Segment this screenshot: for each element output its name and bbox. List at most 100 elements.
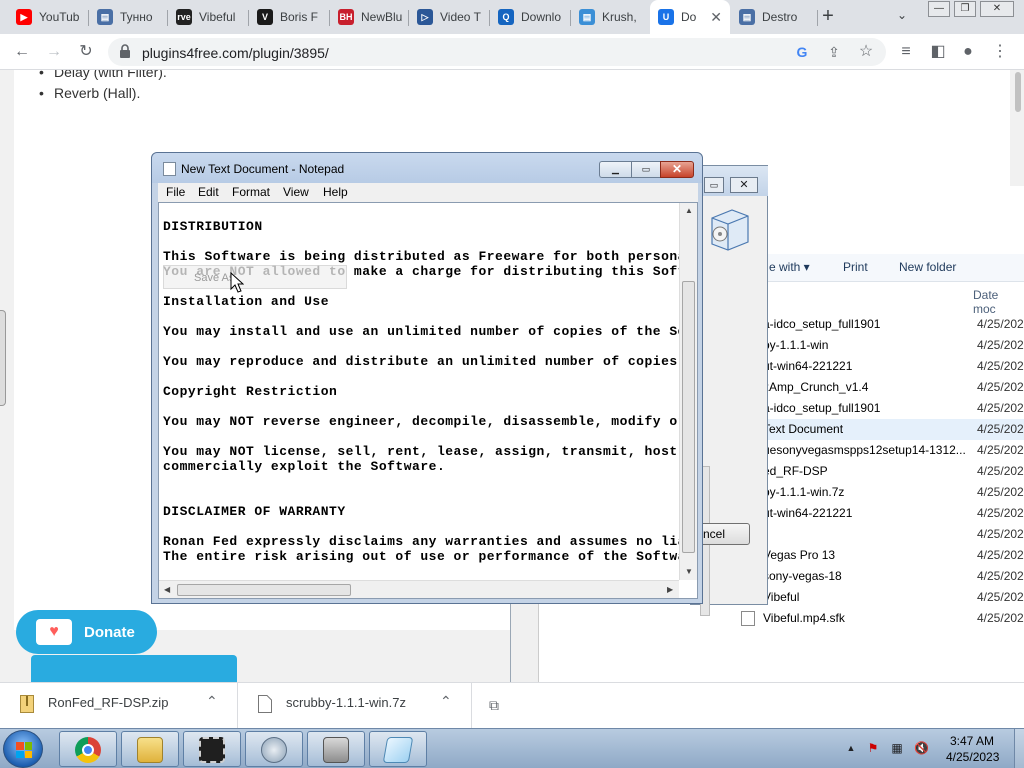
tab[interactable]: ▷ Video T <box>409 0 489 34</box>
text-line[interactable]: Installation and Use <box>163 294 329 309</box>
close-window-button[interactable]: ✕ <box>980 1 1014 17</box>
download-item[interactable]: RonFed_RF-DSP.zip ⌃ <box>0 683 238 729</box>
tab[interactable]: V Boris F <box>249 0 329 34</box>
scroll-left-arrow-icon[interactable]: ◀ <box>164 585 170 594</box>
profile-icon[interactable]: ● <box>958 42 978 62</box>
scroll-up-arrow-icon[interactable]: ▲ <box>685 206 693 215</box>
file-date: 4/25/2023 <box>977 506 1024 520</box>
taskbar-explorer[interactable] <box>121 731 179 767</box>
share-with-button[interactable]: e with ▾ <box>769 260 810 274</box>
new-folder-button[interactable]: New folder <box>899 260 956 274</box>
print-button[interactable]: Print <box>843 260 868 274</box>
tab[interactable]: U Do ✕ <box>650 0 730 34</box>
donate-button[interactable]: ♥ Donate <box>16 610 157 654</box>
tab[interactable]: ▤ Destro <box>731 0 817 34</box>
dialog-minimize-button[interactable]: ▭ <box>704 177 724 193</box>
tab-search-button[interactable]: ⌄ <box>897 8 907 22</box>
tab[interactable]: ▶ YouTub <box>8 0 88 34</box>
installer-box-icon <box>711 209 749 251</box>
tab[interactable]: BH NewBlu <box>330 0 408 34</box>
tab-label: Downlo <box>521 10 562 24</box>
share-icon[interactable]: ⇪ <box>824 42 844 62</box>
text-line[interactable]: The entire risk arising out of use or pe… <box>163 549 694 564</box>
tab-close-icon[interactable]: ✕ <box>710 9 722 26</box>
taskbar-notepad[interactable] <box>369 731 427 767</box>
scroll-down-arrow-icon[interactable]: ▼ <box>685 567 693 576</box>
show-hidden-icons-icon[interactable]: ▲ <box>844 741 858 755</box>
text-line[interactable]: You may NOT license, sell, rent, lease, … <box>163 444 694 459</box>
system-tray: ▲ ⚑ ▦ 🔇 3:47 AM 4/25/2023 <box>838 729 1024 768</box>
notepad-minimize-button[interactable]: ▁ <box>599 161 631 178</box>
download-item[interactable]: scrubby-1.1.1-win.7z ⌃ <box>238 683 472 729</box>
chevron-up-icon[interactable]: ⌃ <box>206 693 218 710</box>
clock-time[interactable]: 3:47 AM <box>950 734 994 748</box>
chevron-up-icon[interactable]: ⌃ <box>440 693 452 710</box>
url-text[interactable]: plugins4free.com/plugin/3895/ <box>142 45 329 61</box>
text-line[interactable]: DISTRIBUTION <box>163 219 263 234</box>
download-filename: scrubby-1.1.1-win.7z <box>286 695 406 710</box>
reload-icon[interactable]: ↻ <box>76 42 96 62</box>
minimize-button[interactable]: — <box>928 1 950 17</box>
menu-view[interactable]: View <box>283 185 309 199</box>
dialog-close-button[interactable]: ✕ <box>730 177 758 193</box>
taskbar-video-editor[interactable] <box>183 731 241 767</box>
vibeful-icon: rve <box>176 9 192 25</box>
downloads-folder-icon[interactable]: ⧉ <box>484 695 504 715</box>
google-lens-icon[interactable]: G <box>792 42 812 62</box>
save-as-tooltip: Save As <box>163 265 347 289</box>
file-name: Vibeful.mp4.sfk <box>763 611 845 625</box>
menu-edit[interactable]: Edit <box>198 185 219 199</box>
back-icon[interactable]: ← <box>12 42 32 62</box>
text-line[interactable]: You may reproduce and distribute an unli… <box>163 354 694 369</box>
tab[interactable]: rve Vibeful <box>168 0 248 34</box>
notepad-maximize-button[interactable]: ▭ <box>631 161 660 178</box>
file-row[interactable]: Vibeful.mp4.sfk 4/25/2023 <box>711 608 1024 629</box>
text-line[interactable]: commercially exploit the Software. <box>163 459 445 474</box>
file-name: zAmp_Crunch_v1.4 <box>763 380 869 394</box>
text-line[interactable]: You may NOT reverse engineer, decompile,… <box>163 414 694 429</box>
media-control-icon[interactable]: ≡ <box>896 42 916 62</box>
side-tab-handle[interactable] <box>0 310 6 406</box>
tab[interactable]: Q Downlo <box>490 0 570 34</box>
lock-icon[interactable] <box>120 44 130 58</box>
cancel-button[interactable]: ncel <box>700 523 750 545</box>
notepad-horizontal-scrollbar[interactable]: ◀ ▶ <box>159 580 679 598</box>
menu-file[interactable]: File <box>166 185 185 199</box>
restore-button[interactable]: ❐ <box>954 1 976 17</box>
bookmark-star-icon[interactable]: ☆ <box>856 42 876 62</box>
notepad-close-button[interactable]: ✕ <box>660 161 694 178</box>
notepad-text-area[interactable]: DISTRIBUTION This Software is being distr… <box>158 202 698 599</box>
new-tab-button[interactable]: + <box>817 5 839 27</box>
show-desktop-button[interactable] <box>1014 729 1024 768</box>
text-line[interactable]: DISCLAIMER OF WARRANTY <box>163 504 346 519</box>
tab-label: Destro <box>762 10 798 24</box>
forward-icon[interactable]: → <box>44 42 64 62</box>
side-panel-icon[interactable]: ◧ <box>928 42 948 62</box>
text-line[interactable]: You may install and use an unlimited num… <box>163 324 694 339</box>
menu-kebab-icon[interactable]: ⋮ <box>990 42 1010 62</box>
horizontal-scroll-thumb[interactable] <box>177 584 351 596</box>
menu-format[interactable]: Format <box>232 185 270 199</box>
taskbar-installer[interactable] <box>245 731 303 767</box>
tab[interactable]: ▤ Туннo <box>89 0 167 34</box>
vertical-scroll-thumb[interactable] <box>682 281 695 553</box>
network-icon[interactable]: ▦ <box>890 741 904 755</box>
text-line[interactable]: Ronan Fed expressly disclaims any warran… <box>163 534 694 549</box>
taskbar-archive[interactable] <box>307 731 365 767</box>
tab[interactable]: ▤ Krush, <box>571 0 649 34</box>
page-footer-bar <box>31 655 237 682</box>
taskbar-chrome[interactable] <box>59 731 117 767</box>
start-button[interactable] <box>3 730 43 768</box>
notepad-vertical-scrollbar[interactable]: ▲ ▼ <box>679 203 697 580</box>
address-bar[interactable]: plugins4free.com/plugin/3895/ G ⇪ ☆ <box>108 38 886 66</box>
clock-date[interactable]: 4/25/2023 <box>946 750 999 764</box>
menu-help[interactable]: Help <box>323 185 348 199</box>
scroll-right-arrow-icon[interactable]: ▶ <box>667 585 673 594</box>
text-line[interactable]: This Software is being distributed as Fr… <box>163 249 694 264</box>
plugin-icon: ▤ <box>579 9 595 25</box>
date-modified-header[interactable]: Date moc <box>973 288 1024 316</box>
flag-alert-icon[interactable]: ⚑ <box>866 741 880 755</box>
feature-bullet: Delay (with Filter). <box>39 70 167 80</box>
volume-muted-icon[interactable]: 🔇 <box>914 741 929 755</box>
text-line[interactable]: Copyright Restriction <box>163 384 337 399</box>
